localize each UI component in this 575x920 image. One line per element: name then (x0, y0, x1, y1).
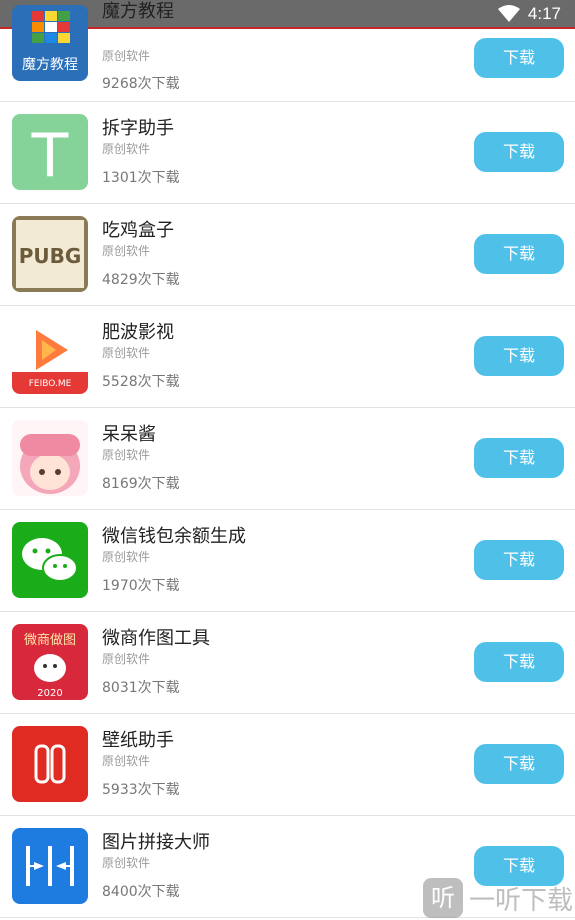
anime-girl-icon (12, 420, 88, 496)
lucky-cat-icon: 微商做图 2020 (12, 624, 88, 700)
download-button[interactable]: 下载 (474, 336, 564, 376)
list-item[interactable]: 微信钱包余额生成 原创软件 1970次下载 下载 (0, 510, 575, 612)
app-name: 微商作图工具 (102, 628, 210, 649)
svg-text:T: T (31, 121, 69, 190)
download-count: 4829次下载 (102, 272, 180, 288)
app-subtitle: 原创软件 (102, 346, 151, 360)
app-subtitle: 原创软件 (102, 652, 151, 666)
svg-text:PUBG: PUBG (19, 244, 82, 268)
download-count: 1301次下载 (102, 170, 180, 186)
icon-text: 魔方教程 (22, 57, 78, 73)
app-subtitle: 原创软件 (102, 856, 151, 870)
download-button[interactable]: 下载 (474, 38, 564, 78)
app-subtitle: 原创软件 (102, 550, 151, 564)
app-name: 吃鸡盒子 (102, 220, 174, 241)
download-count: 9268次下载 (102, 76, 180, 92)
letter-t-icon: T (12, 114, 88, 190)
app-name: 拆字助手 (102, 118, 174, 139)
download-button[interactable]: 下载 (474, 540, 564, 580)
app-name: 壁纸助手 (102, 730, 174, 751)
download-count: 5933次下载 (102, 782, 180, 798)
list-item[interactable]: PUBG 吃鸡盒子 原创软件 4829次下载 下载 (0, 204, 575, 306)
app-name: 肥波影视 (102, 322, 174, 343)
download-count: 8400次下载 (102, 884, 180, 900)
svg-text:2020: 2020 (37, 688, 62, 699)
image-join-icon (12, 828, 88, 904)
app-subtitle: 原创软件 (102, 244, 151, 258)
play-icon: FEIBO.ME (12, 318, 88, 394)
pubg-icon: PUBG (12, 216, 88, 292)
rubiks-cube-icon: 魔方教程 (12, 5, 88, 81)
app-subtitle: 原创软件 (102, 754, 151, 768)
download-count: 1970次下载 (102, 578, 180, 594)
app-list: 魔方教程 魔方教程 原创软件 9268次下载 下载 T 拆字助手 原创软件 13… (0, 1, 575, 918)
app-name: 微信钱包余额生成 (102, 526, 246, 547)
download-button[interactable]: 下载 (474, 744, 564, 784)
list-item[interactable]: FEIBO.ME 肥波影视 原创软件 5528次下载 下载 (0, 306, 575, 408)
download-count: 8031次下载 (102, 680, 180, 696)
svg-text:FEIBO.ME: FEIBO.ME (29, 379, 72, 389)
list-item[interactable]: 魔方教程 魔方教程 原创软件 9268次下载 下载 (0, 1, 575, 102)
app-name: 图片拼接大师 (102, 832, 210, 853)
app-subtitle: 原创软件 (102, 448, 151, 462)
list-item[interactable]: 微商做图 2020 微商作图工具 原创软件 8031次下载 下载 (0, 612, 575, 714)
wechat-icon (12, 522, 88, 598)
download-button[interactable]: 下载 (474, 438, 564, 478)
svg-text:微商做图: 微商做图 (24, 633, 76, 648)
watermark: 听 一听下载 (422, 878, 573, 918)
download-button[interactable]: 下载 (474, 132, 564, 172)
download-button[interactable]: 下载 (474, 234, 564, 274)
watermark-text: 一听下载 (468, 885, 573, 916)
download-count: 8169次下载 (102, 476, 180, 492)
app-name: 魔方教程 (102, 1, 174, 22)
list-item[interactable]: 壁纸助手 原创软件 5933次下载 下载 (0, 714, 575, 816)
app-subtitle: 原创软件 (102, 142, 151, 156)
list-item[interactable]: 呆呆酱 原创软件 8169次下载 下载 (0, 408, 575, 510)
download-count: 5528次下载 (102, 374, 180, 390)
download-button[interactable]: 下载 (474, 642, 564, 682)
watermark-logo-icon: 听 (422, 878, 463, 918)
app-name: 呆呆酱 (102, 424, 156, 445)
app-subtitle: 原创软件 (102, 49, 151, 63)
wallpaper-icon (12, 726, 88, 802)
list-item[interactable]: T 拆字助手 原创软件 1301次下载 下载 (0, 102, 575, 204)
